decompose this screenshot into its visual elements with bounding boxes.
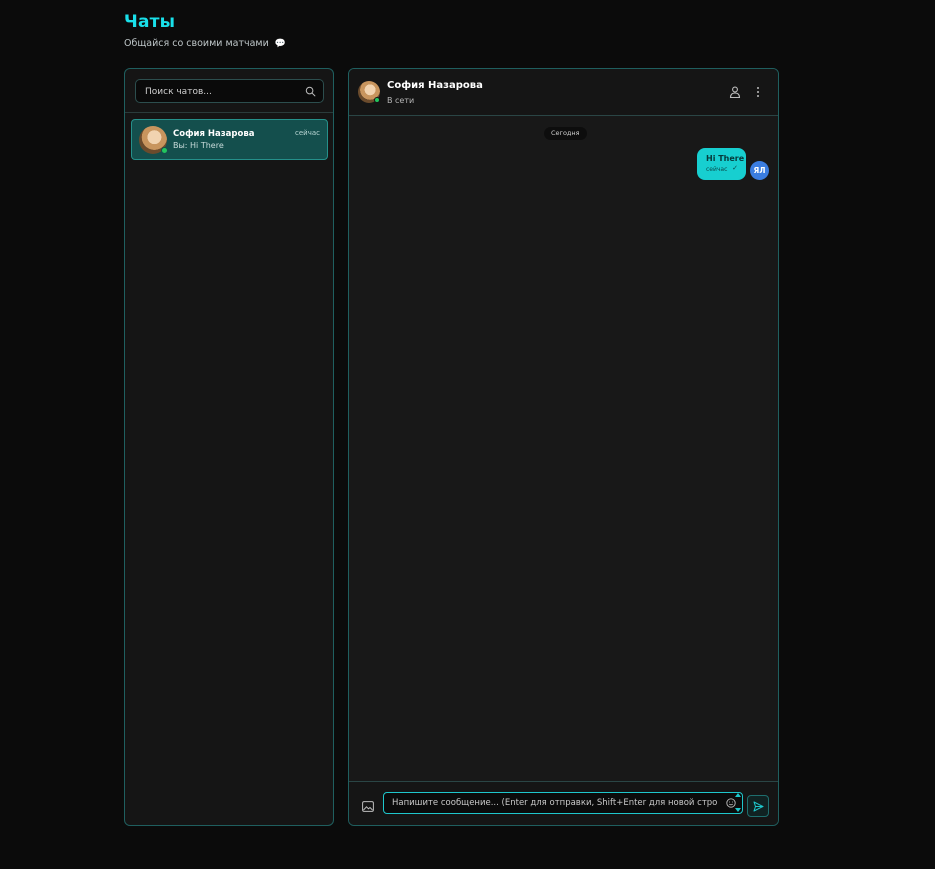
chat-item-name: София Назарова [173,129,255,139]
online-indicator [374,97,380,103]
message-time: сейчас [706,166,728,173]
search-box [135,79,324,103]
conversation-panel: София Назарова В сети Сегодня Hi There с… [348,68,779,826]
send-icon [753,801,764,812]
date-separator: Сегодня [544,127,587,140]
message-text: Hi There [706,154,745,163]
page-title: Чаты [124,12,176,32]
conversation-header: София Назарова В сети [349,69,778,116]
read-check-icon: ✓ [732,164,738,172]
chat-list-panel: София Назарова сейчас Вы: Hi There [124,68,334,826]
contact-name[interactable]: София Назарова [387,80,483,91]
message-composer [349,781,778,825]
avatar: ЯЛ [750,161,769,180]
chat-list-item[interactable]: София Назарова сейчас Вы: Hi There [131,119,328,160]
image-attach-icon[interactable] [362,801,374,812]
scroll-up-arrow-icon[interactable] [735,793,741,797]
speech-bubble-icon: 💬 [274,39,287,49]
online-indicator [161,147,168,154]
message-list[interactable]: Сегодня Hi There сейчас ✓ ЯЛ [349,117,778,781]
search-icon[interactable] [305,86,316,97]
scroll-down-arrow-icon[interactable] [735,808,741,812]
divider [125,112,333,113]
more-options-icon[interactable] [752,85,764,99]
send-button[interactable] [747,795,769,817]
page-subtitle: Общайся со своими матчами 💬 [124,38,286,49]
message-bubble[interactable]: Hi There сейчас ✓ [697,148,746,180]
user-profile-icon[interactable] [728,85,742,99]
chat-item-time: сейчас [295,129,320,137]
contact-status: В сети [387,96,415,105]
page-subtitle-text: Общайся со своими матчами [124,38,269,49]
emoji-icon[interactable] [726,798,736,808]
message-input[interactable] [383,792,743,814]
search-input[interactable] [145,84,295,99]
chat-item-preview: Вы: Hi There [173,141,224,150]
